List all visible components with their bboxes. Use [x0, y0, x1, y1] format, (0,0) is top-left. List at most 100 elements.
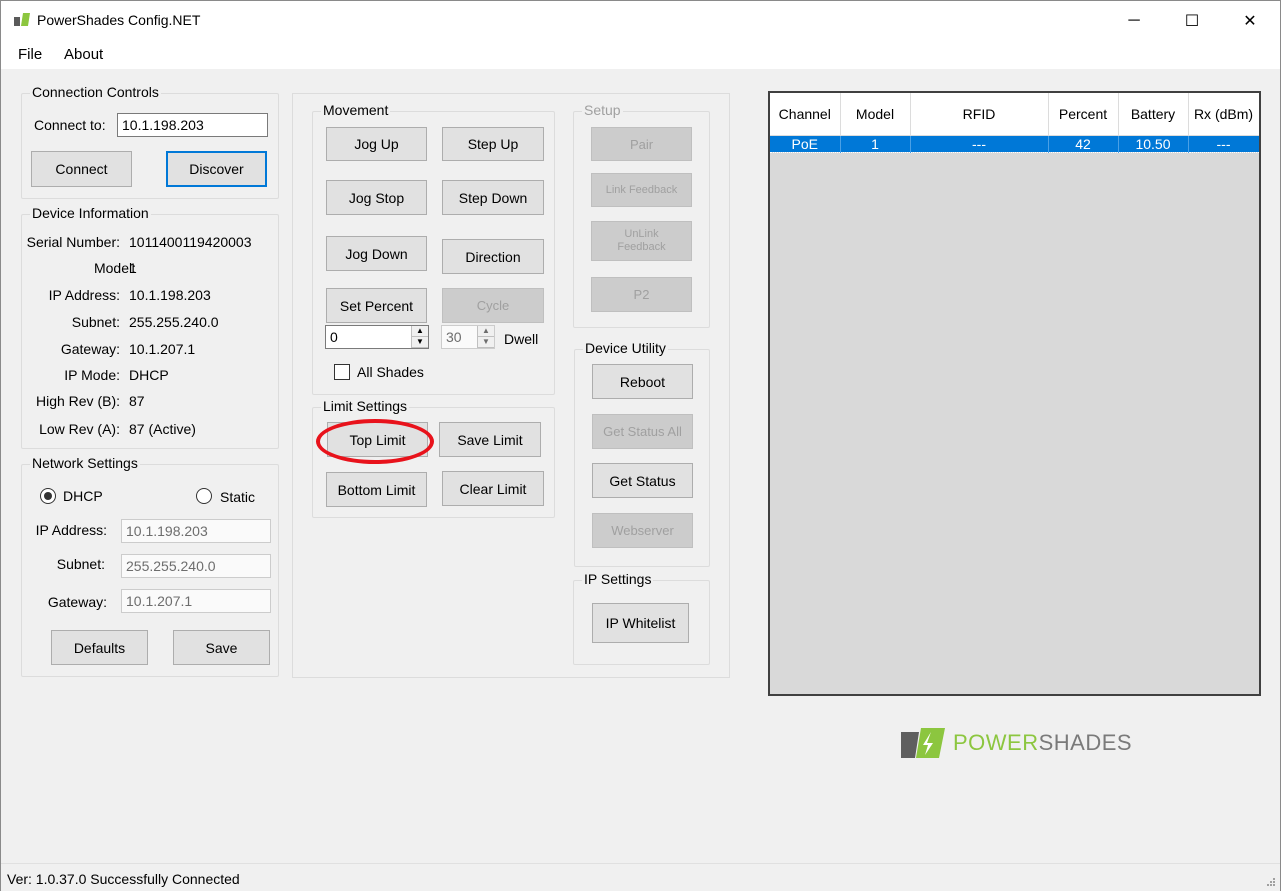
static-label: Static [220, 489, 256, 505]
window-title: PowerShades Config.NET [37, 12, 201, 28]
connect-to-input[interactable]: 10.1.198.203 [117, 113, 268, 137]
p2-button[interactable]: P2 [591, 277, 692, 312]
bottom-limit-button[interactable]: Bottom Limit [326, 472, 427, 507]
table-row[interactable]: PoE 1 --- 42 10.50 --- [770, 135, 1259, 153]
resize-grip-icon[interactable] [1266, 877, 1276, 887]
top-limit-button[interactable]: Top Limit [327, 422, 428, 457]
low-rev-label: Low Rev (A): [39, 421, 120, 437]
spin-up-icon[interactable]: ▲ [412, 326, 428, 337]
subnet-label: Subnet: [71, 314, 120, 330]
spin-down-icon[interactable]: ▼ [412, 337, 428, 348]
set-percent-button[interactable]: Set Percent [326, 288, 427, 323]
close-button[interactable]: ✕ [1221, 1, 1279, 40]
cell-battery[interactable]: 10.50 [1118, 135, 1189, 153]
powershades-logo-icon [901, 728, 945, 758]
column-header-channel[interactable]: Channel [770, 93, 841, 136]
jog-down-button[interactable]: Jog Down [326, 236, 427, 271]
save-limit-button[interactable]: Save Limit [439, 422, 541, 457]
step-down-button[interactable]: Step Down [442, 180, 544, 215]
discover-button[interactable]: Discover [166, 151, 267, 187]
status-text: Ver: 1.0.37.0 Successfully Connected [7, 871, 240, 887]
reboot-button[interactable]: Reboot [592, 364, 693, 399]
gateway-value: 10.1.207.1 [129, 341, 196, 357]
menu-about[interactable]: About [64, 46, 103, 63]
subnet-value: 255.255.240.0 [129, 314, 219, 330]
device-information-group: Device Information Serial Number: 101140… [21, 205, 279, 449]
cycle-button[interactable]: Cycle [442, 288, 544, 323]
ip-address-label: IP Address: [48, 287, 120, 303]
direction-button[interactable]: Direction [442, 239, 544, 274]
net-ip-address-label: IP Address: [35, 522, 107, 538]
unlink-feedback-line1: UnLink [624, 228, 659, 240]
unlink-feedback-button[interactable]: UnLink Feedback [591, 221, 692, 261]
device-table: Channel Model RFID Percent Battery Rx (d… [770, 93, 1259, 153]
net-gateway-label: Gateway: [47, 594, 107, 610]
ip-address-value: 10.1.198.203 [129, 287, 211, 303]
dwell-spinner[interactable]: ▲ ▼ [477, 326, 494, 348]
get-status-all-button[interactable]: Get Status All [592, 414, 693, 449]
limit-settings-group: Limit Settings Top Limit Save Limit Bott… [312, 398, 555, 518]
connection-controls-group: Connection Controls Connect to: 10.1.198… [21, 84, 279, 199]
ip-whitelist-button[interactable]: IP Whitelist [592, 603, 689, 643]
percent-input[interactable]: 0 ▲ ▼ [325, 325, 429, 349]
link-feedback-button[interactable]: Link Feedback [591, 173, 692, 207]
ip-mode-label: IP Mode: [64, 367, 120, 383]
cell-model[interactable]: 1 [840, 135, 911, 153]
column-header-battery[interactable]: Battery [1118, 93, 1189, 136]
percent-spinner[interactable]: ▲ ▼ [411, 326, 428, 348]
all-shades-label: All Shades [357, 364, 424, 380]
connection-controls-legend: Connection Controls [30, 84, 161, 100]
defaults-button[interactable]: Defaults [51, 630, 148, 665]
jog-stop-button[interactable]: Jog Stop [326, 180, 427, 215]
logo-shades-text: SHADES [1038, 730, 1133, 755]
logo-wordmark: POWERSHADES [953, 730, 1132, 756]
cell-channel[interactable]: PoE [770, 135, 841, 153]
net-ip-address-input[interactable]: 10.1.198.203 [121, 519, 271, 543]
static-radio[interactable] [196, 488, 212, 504]
dwell-value: 30 [446, 329, 462, 345]
net-gateway-input[interactable]: 10.1.207.1 [121, 589, 271, 613]
device-information-legend: Device Information [30, 205, 151, 221]
minimize-button[interactable]: ─ [1105, 1, 1163, 40]
serial-number-value: 1011400119420003 [129, 234, 252, 250]
net-subnet-input[interactable]: 255.255.240.0 [121, 554, 271, 578]
spin-down-icon[interactable]: ▼ [478, 337, 494, 348]
status-bar: Ver: 1.0.37.0 Successfully Connected [1, 863, 1280, 891]
connect-button[interactable]: Connect [31, 151, 132, 187]
device-utility-group: Device Utility Reboot Get Status All Get… [574, 340, 710, 567]
ip-mode-value: DHCP [129, 367, 169, 383]
network-settings-group: Network Settings DHCP Static IP Address:… [21, 455, 279, 677]
dwell-label: Dwell [504, 331, 539, 347]
logo-power-text: POWER [953, 730, 1039, 755]
pair-button[interactable]: Pair [591, 127, 692, 161]
maximize-button[interactable]: ☐ [1163, 1, 1221, 40]
app-window: PowerShades Config.NET ─ ☐ ✕ File About … [0, 0, 1281, 891]
clear-limit-button[interactable]: Clear Limit [442, 471, 544, 506]
dhcp-radio[interactable] [40, 488, 56, 504]
setup-group: Setup Pair Link Feedback UnLink Feedback… [573, 102, 710, 328]
all-shades-checkbox[interactable] [334, 364, 350, 380]
model-label: Model: [93, 260, 136, 276]
dwell-input[interactable]: 30 ▲ ▼ [441, 325, 495, 349]
cell-rx[interactable]: --- [1188, 135, 1259, 153]
column-header-rfid[interactable]: RFID [910, 93, 1049, 136]
limit-settings-legend: Limit Settings [321, 398, 410, 414]
cell-rfid[interactable]: --- [910, 135, 1049, 153]
gateway-label: Gateway: [60, 341, 120, 357]
movement-legend: Movement [321, 102, 391, 118]
spin-up-icon[interactable]: ▲ [478, 326, 494, 337]
get-status-button[interactable]: Get Status [592, 463, 693, 498]
ip-settings-group: IP Settings IP Whitelist [573, 571, 710, 665]
column-header-model[interactable]: Model [840, 93, 911, 136]
webserver-button[interactable]: Webserver [592, 513, 693, 548]
cell-percent[interactable]: 42 [1048, 135, 1119, 153]
jog-up-button[interactable]: Jog Up [326, 127, 427, 161]
save-button[interactable]: Save [173, 630, 270, 665]
column-header-rx[interactable]: Rx (dBm) [1188, 93, 1259, 136]
dhcp-label: DHCP [63, 488, 103, 504]
column-header-percent[interactable]: Percent [1048, 93, 1119, 136]
step-up-button[interactable]: Step Up [442, 127, 544, 161]
low-rev-value: 87 (Active) [129, 421, 196, 437]
menu-file[interactable]: File [18, 46, 42, 63]
device-grid[interactable]: Channel Model RFID Percent Battery Rx (d… [768, 91, 1261, 696]
